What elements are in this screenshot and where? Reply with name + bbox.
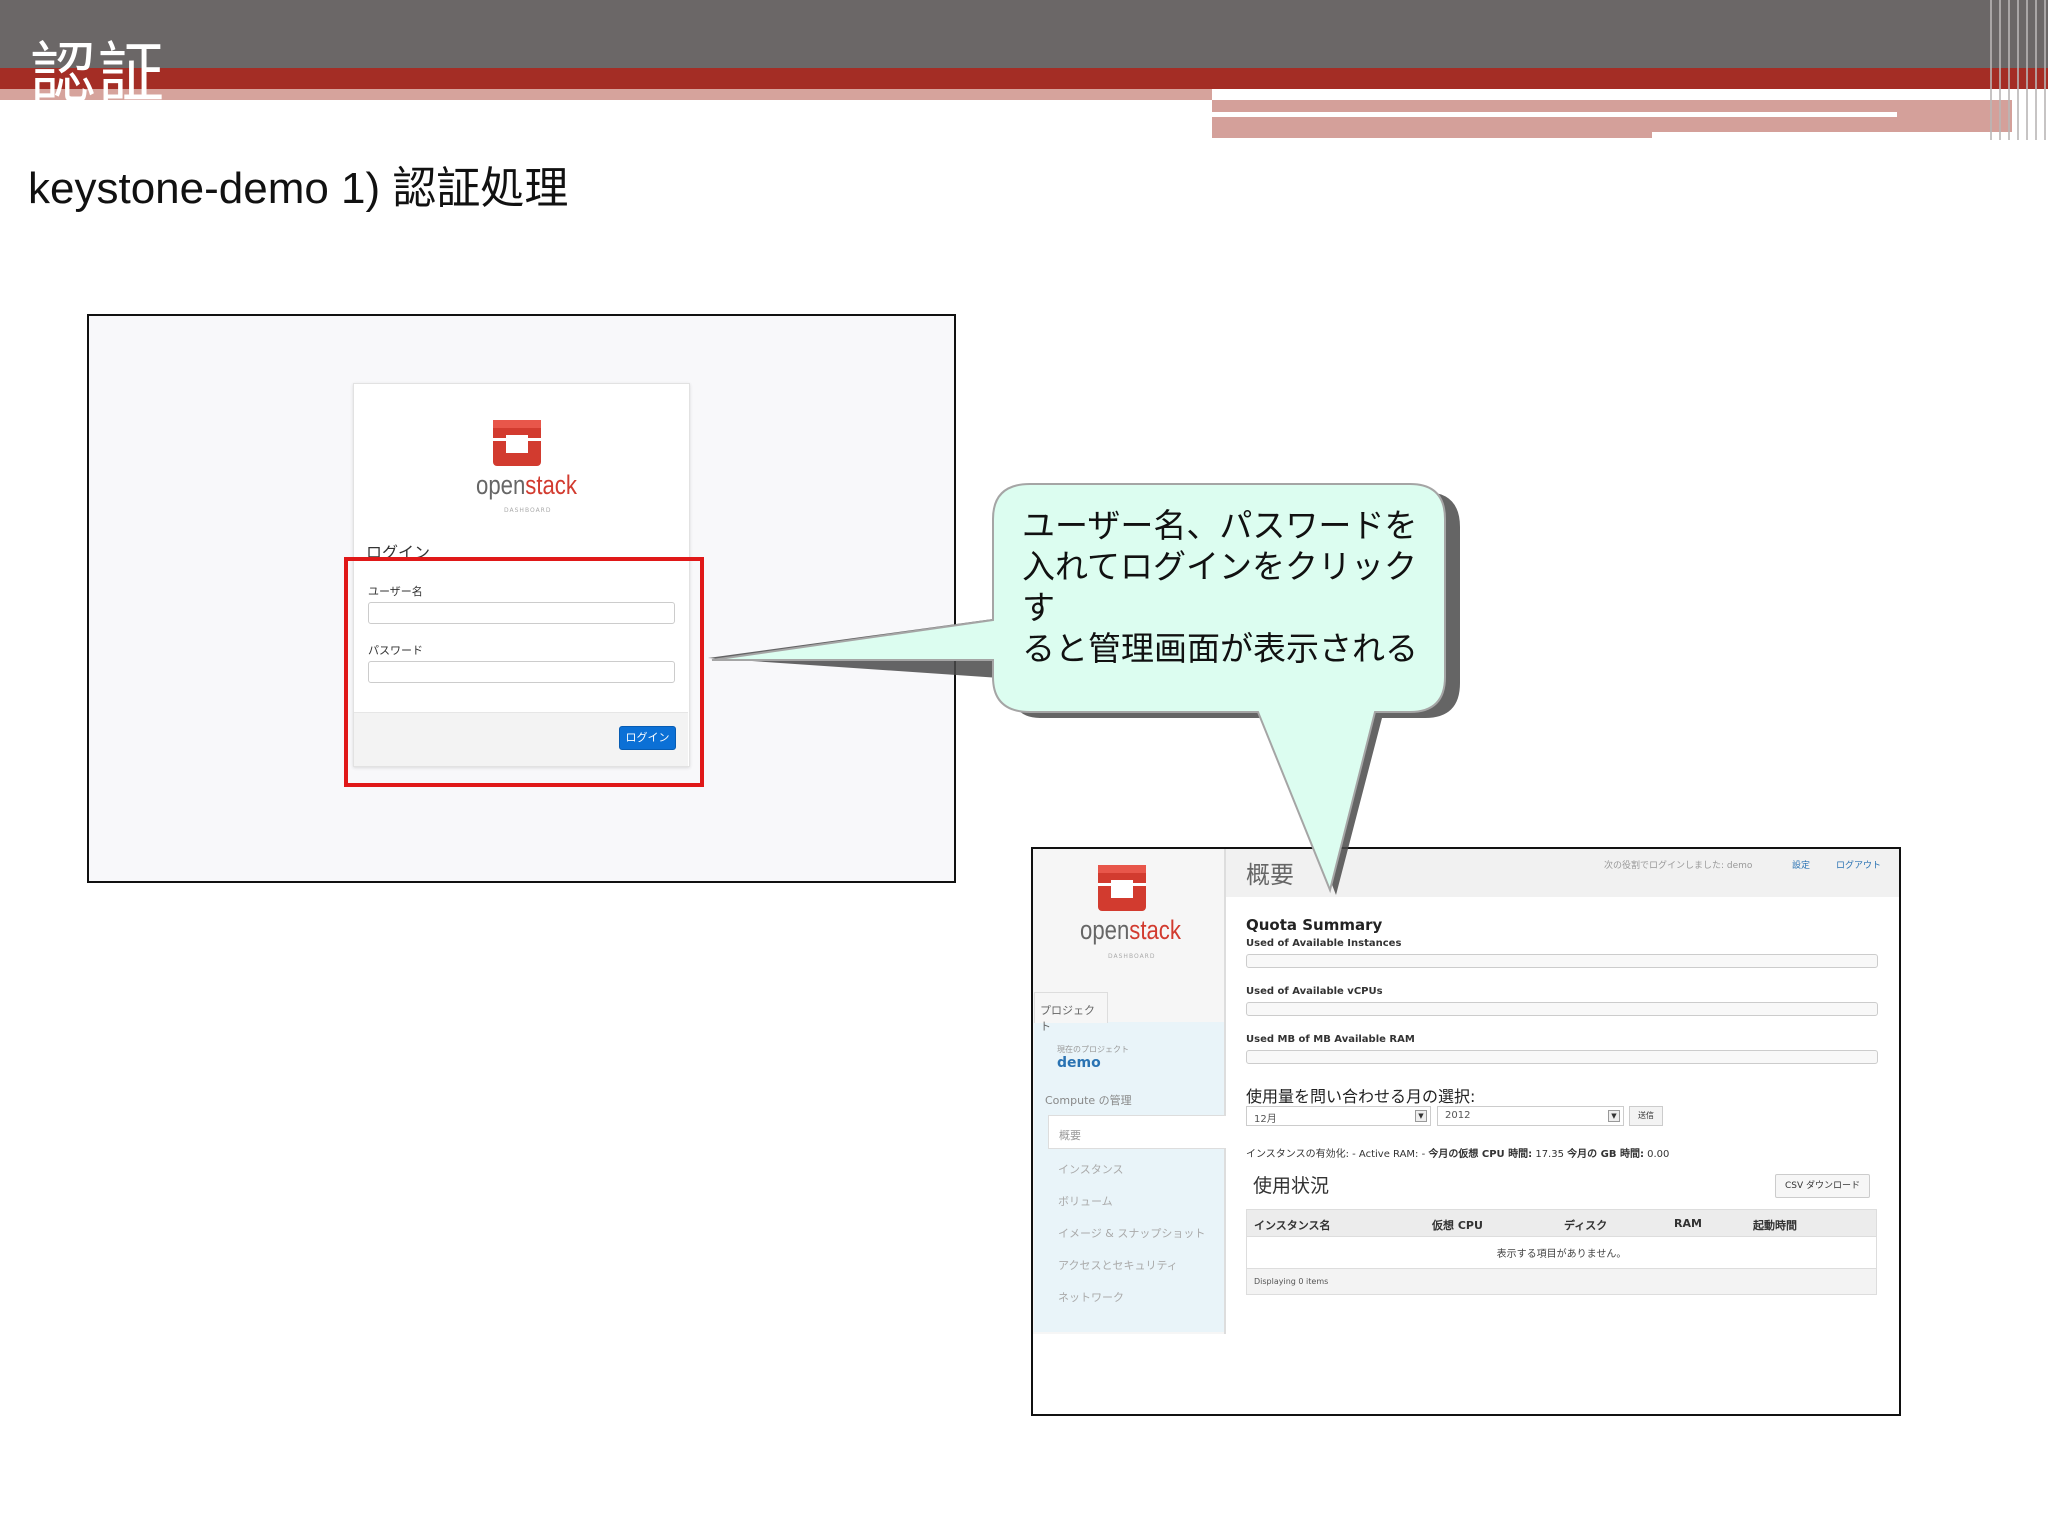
slide: { "slide": { "title": "認証", "subtitle": … xyxy=(0,0,2048,1536)
callout-line: 入れてログインをクリックす xyxy=(1022,547,1418,627)
callout-bubble xyxy=(708,483,1460,895)
callout-line: ると管理画面が表示される xyxy=(1022,629,1418,668)
callout-line: ユーザー名、パスワードを xyxy=(1022,506,1418,545)
callout-text: ユーザー名、パスワードを 入れてログインをクリックす ると管理画面が表示される xyxy=(1022,505,1422,669)
